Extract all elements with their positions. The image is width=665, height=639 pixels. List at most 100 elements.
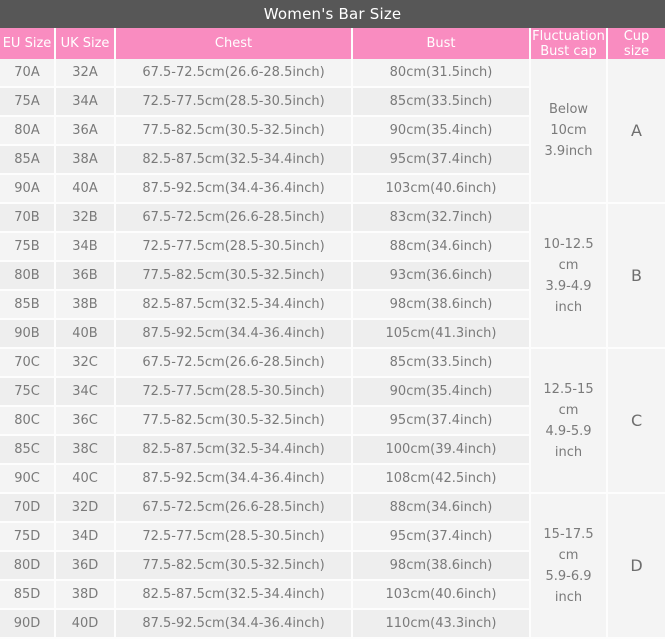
cell-chest: 77.5-82.5cm(30.5-32.5inch): [115, 551, 353, 581]
cell-chest: 87.5-92.5cm(34.4-36.4inch): [115, 319, 353, 349]
cell-bust: 83cm(32.7inch): [352, 203, 531, 233]
cell-bust: 95cm(37.4inch): [352, 406, 531, 436]
cell-eu-size: 75C: [0, 377, 56, 407]
fluctuation-line: inch: [554, 444, 583, 460]
cell-bust: 95cm(37.4inch): [352, 145, 531, 175]
cell-eu-size: 75A: [0, 87, 56, 117]
cell-uk-size: 38C: [55, 435, 116, 465]
cell-chest: 67.5-72.5cm(26.6-28.5inch): [115, 348, 353, 378]
fluctuation-line: 3.9inch: [544, 144, 593, 159]
table-row: 70A 32A 67.5-72.5cm(26.6-28.5inch) 80cm(31.…: [0, 59, 665, 204]
column-header-eu-size: EU Size: [0, 28, 56, 59]
fluctuation-header-line1: Fluctuation: [532, 28, 605, 44]
cell-chest: 72.5-77.5cm(28.5-30.5inch): [115, 377, 353, 407]
cell-bust: 85cm(33.5inch): [352, 348, 531, 378]
cell-bust: 98cm(38.6inch): [352, 290, 531, 320]
cell-bust: 88cm(34.6inch): [352, 493, 531, 523]
cell-bust: 105cm(41.3inch): [352, 319, 531, 349]
cell-bust: 110cm(43.3inch): [352, 609, 531, 639]
cell-cup-size: D: [607, 493, 665, 639]
fluctuation-line: 10-12.5: [543, 236, 594, 252]
cell-uk-size: 36A: [55, 116, 116, 146]
cell-bust: 103cm(40.6inch): [352, 174, 531, 204]
cell-uk-size: 32C: [55, 348, 116, 378]
cell-eu-size: 90C: [0, 464, 56, 494]
cell-eu-size: 90D: [0, 609, 56, 639]
cell-bust: 93cm(36.6inch): [352, 261, 531, 291]
cell-chest: 67.5-72.5cm(26.6-28.5inch): [115, 203, 353, 233]
fluctuation-line: cm: [558, 402, 579, 418]
cell-cup-size: C: [607, 348, 665, 494]
cell-uk-size: 36C: [55, 406, 116, 436]
cell-bust: 85cm(33.5inch): [352, 87, 531, 117]
cell-chest: 77.5-82.5cm(30.5-32.5inch): [115, 406, 353, 436]
cell-eu-size: 75D: [0, 522, 56, 552]
cell-chest: 72.5-77.5cm(28.5-30.5inch): [115, 232, 353, 262]
cell-chest: 82.5-87.5cm(32.5-34.4inch): [115, 290, 353, 320]
cell-uk-size: 40D: [55, 609, 116, 639]
cell-eu-size: 80C: [0, 406, 56, 436]
cell-eu-size: 70B: [0, 203, 56, 233]
cell-bust: 108cm(42.5inch): [352, 464, 531, 494]
fluctuation-line: 3.9-4.9: [545, 278, 592, 294]
cell-chest: 82.5-87.5cm(32.5-34.4inch): [115, 435, 353, 465]
fluctuation-line: 15-17.5: [543, 526, 594, 542]
cell-fluctuation-bust-cap: 10-12.5 cm 3.9-4.9 inch: [530, 203, 608, 349]
table-row: 70C 32C 67.5-72.5cm(26.6-28.5inch) 85cm(33.…: [0, 348, 665, 494]
cell-uk-size: 40A: [55, 174, 116, 204]
cell-uk-size: 34B: [55, 232, 116, 262]
page-title: Women's Bar Size: [0, 0, 665, 28]
cell-eu-size: 80B: [0, 261, 56, 291]
cell-chest: 82.5-87.5cm(32.5-34.4inch): [115, 145, 353, 175]
cell-uk-size: 34C: [55, 377, 116, 407]
cell-eu-size: 85D: [0, 580, 56, 610]
cell-chest: 72.5-77.5cm(28.5-30.5inch): [115, 522, 353, 552]
table-row: 70B 32B 67.5-72.5cm(26.6-28.5inch) 83cm(32.…: [0, 203, 665, 349]
cell-bust: 98cm(38.6inch): [352, 551, 531, 581]
cell-chest: 77.5-82.5cm(30.5-32.5inch): [115, 116, 353, 146]
cell-chest: 87.5-92.5cm(34.4-36.4inch): [115, 609, 353, 639]
cell-bust: 90cm(35.4inch): [352, 116, 531, 146]
cell-uk-size: 32B: [55, 203, 116, 233]
cell-uk-size: 34D: [55, 522, 116, 552]
cell-eu-size: 70A: [0, 59, 56, 88]
fluctuation-line: Below: [548, 102, 589, 117]
fluctuation-line: cm: [558, 547, 579, 563]
fluctuation-line: cm: [558, 257, 579, 273]
cell-eu-size: 80D: [0, 551, 56, 581]
cell-uk-size: 38D: [55, 580, 116, 610]
cell-chest: 67.5-72.5cm(26.6-28.5inch): [115, 493, 353, 523]
fluctuation-line: 4.9-5.9: [545, 423, 592, 439]
cell-eu-size: 90B: [0, 319, 56, 349]
cell-uk-size: 36D: [55, 551, 116, 581]
cup-header-line1: Cup: [623, 28, 650, 44]
fluctuation-line: inch: [554, 299, 583, 315]
womens-bra-size-table: Women's Bar Size EU Size UK Size Chest B…: [0, 0, 665, 639]
cell-bust: 103cm(40.6inch): [352, 580, 531, 610]
cell-chest: 77.5-82.5cm(30.5-32.5inch): [115, 261, 353, 291]
cell-chest: 67.5-72.5cm(26.6-28.5inch): [115, 59, 353, 88]
fluctuation-line: 10cm: [550, 123, 587, 138]
cell-uk-size: 38A: [55, 145, 116, 175]
cell-eu-size: 85A: [0, 145, 56, 175]
column-header-cup-size: Cup size: [607, 28, 665, 59]
cell-uk-size: 40C: [55, 464, 116, 494]
cell-uk-size: 32D: [55, 493, 116, 523]
fluctuation-line: inch: [554, 589, 583, 605]
cell-cup-size: B: [607, 203, 665, 349]
cell-fluctuation-bust-cap: Below 10cm 3.9inch: [530, 59, 608, 204]
cell-eu-size: 85B: [0, 290, 56, 320]
cell-bust: 100cm(39.4inch): [352, 435, 531, 465]
cell-bust: 88cm(34.6inch): [352, 232, 531, 262]
cell-uk-size: 32A: [55, 59, 116, 88]
cell-uk-size: 40B: [55, 319, 116, 349]
column-header-chest: Chest: [115, 28, 353, 59]
cell-chest: 87.5-92.5cm(34.4-36.4inch): [115, 174, 353, 204]
cell-bust: 90cm(35.4inch): [352, 377, 531, 407]
cell-uk-size: 34A: [55, 87, 116, 117]
cell-chest: 82.5-87.5cm(32.5-34.4inch): [115, 580, 353, 610]
fluctuation-header-line2: Bust cap: [540, 43, 597, 59]
cup-header-line2: size: [623, 43, 650, 59]
cell-chest: 72.5-77.5cm(28.5-30.5inch): [115, 87, 353, 117]
table-row: 70D 32D 67.5-72.5cm(26.6-28.5inch) 88cm(34.…: [0, 493, 665, 639]
